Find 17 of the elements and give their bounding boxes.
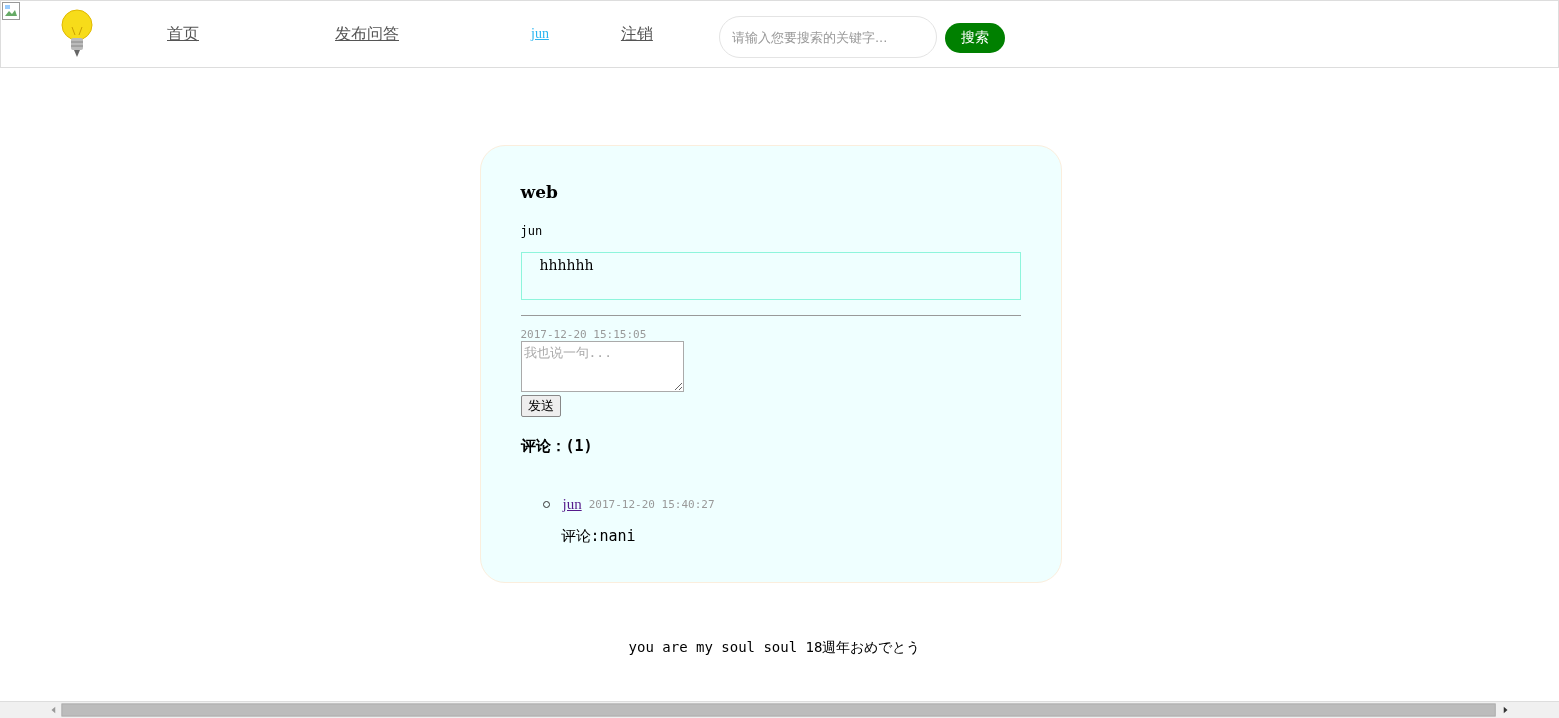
nav-link[interactable]: 注销 bbox=[620, 23, 653, 45]
question-body: hhhhhh bbox=[520, 252, 1021, 300]
question-title: web bbox=[520, 182, 559, 202]
search-field[interactable]: 请输入您要搜索的关键字... bbox=[718, 16, 937, 58]
question-time: 2017-12-20 15:15:05 bbox=[520, 328, 648, 341]
comment-time: 2017-12-20 15:40:27 bbox=[588, 498, 715, 511]
comment-user-link[interactable]: jun bbox=[562, 496, 582, 513]
footer-text: you are my soul soul 18週年おめでとう bbox=[628, 639, 921, 657]
question-author: jun bbox=[520, 224, 544, 238]
nav-link[interactable]: 首页 bbox=[167, 23, 199, 45]
lightbulb-icon bbox=[59, 9, 95, 59]
comments-heading: 评论：(1) bbox=[520, 437, 594, 456]
broken-image-icon bbox=[2, 2, 20, 20]
nav-link[interactable]: 发布问答 bbox=[335, 23, 399, 45]
search-button[interactable]: 搜索 bbox=[944, 23, 1005, 53]
comment-text: 评论:nani bbox=[560, 527, 637, 546]
send-button[interactable]: 发送 bbox=[520, 395, 561, 417]
